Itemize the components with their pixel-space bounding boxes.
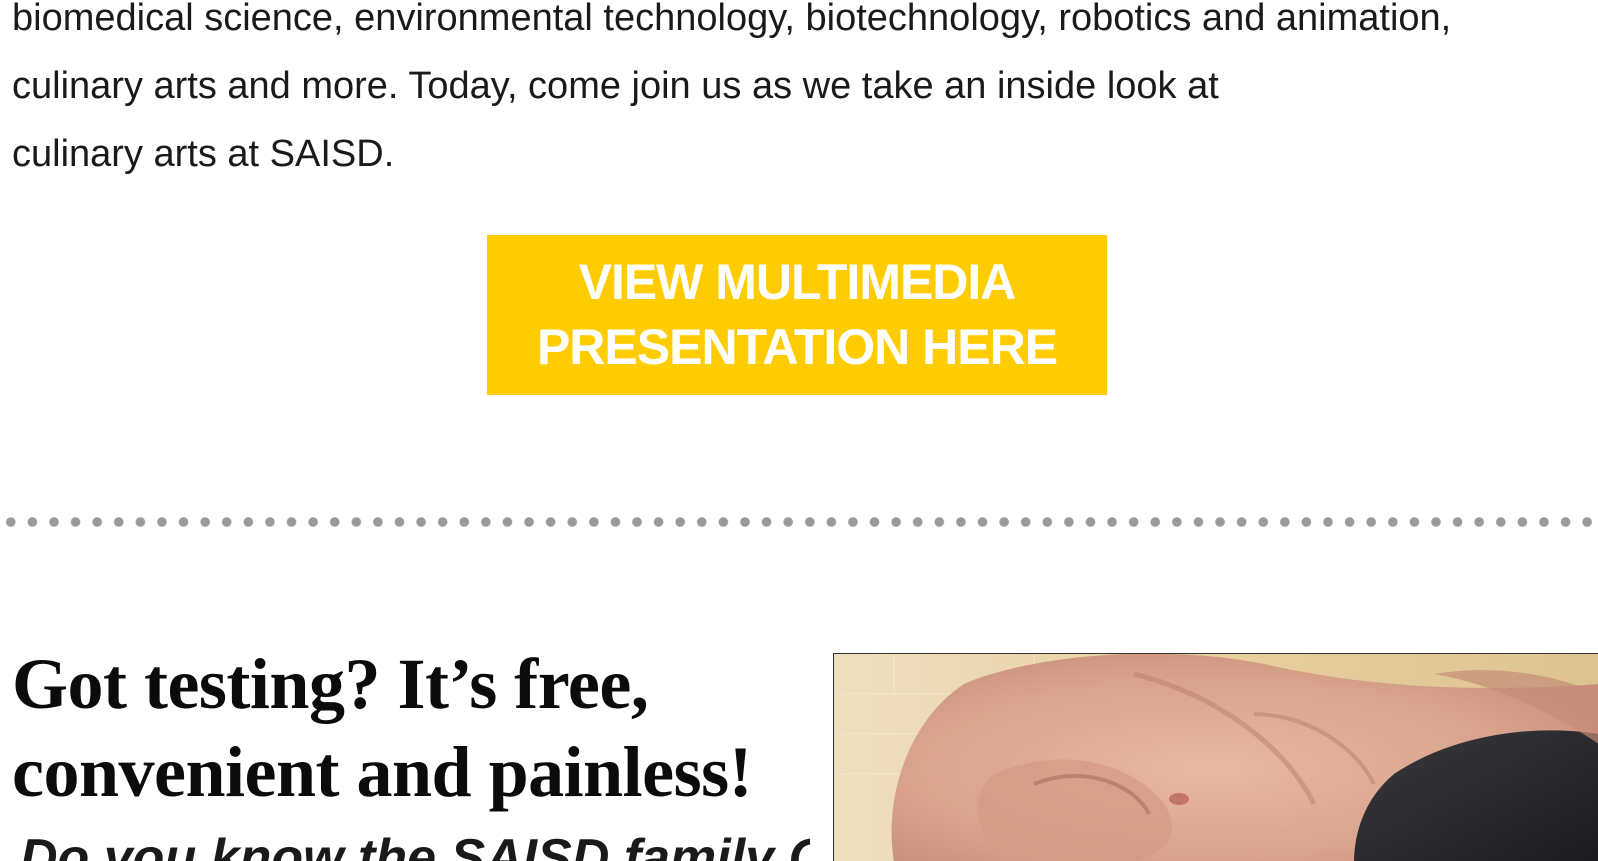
hand-finger-prick-photo-icon [834, 654, 1598, 861]
intro-line: biomedical science, environmental techno… [12, 0, 1452, 39]
intro-paragraph: biomedical science, environmental techno… [12, 0, 1582, 188]
section-divider [0, 516, 1598, 528]
article-subhead: Do you know the SAISD family Covid [20, 828, 810, 861]
article-headline[interactable]: Got testing? It’s free, convenient and p… [12, 640, 822, 816]
view-multimedia-presentation-button[interactable]: VIEW MULTIMEDIA PRESENTATION HERE [487, 235, 1107, 395]
intro-line: culinary arts and more. Today, come join… [12, 65, 1219, 107]
cta-line: VIEW MULTIMEDIA [578, 254, 1017, 310]
cta-line: PRESENTATION HERE [536, 319, 1058, 375]
article-photo[interactable] [833, 653, 1598, 861]
subhead-text: Do you know the SAISD family Covid [20, 829, 810, 861]
headline-line: convenient and painless! [12, 732, 753, 812]
intro-line: culinary arts at SAISD. [12, 133, 395, 175]
headline-line: Got testing? It’s free, [12, 644, 649, 724]
